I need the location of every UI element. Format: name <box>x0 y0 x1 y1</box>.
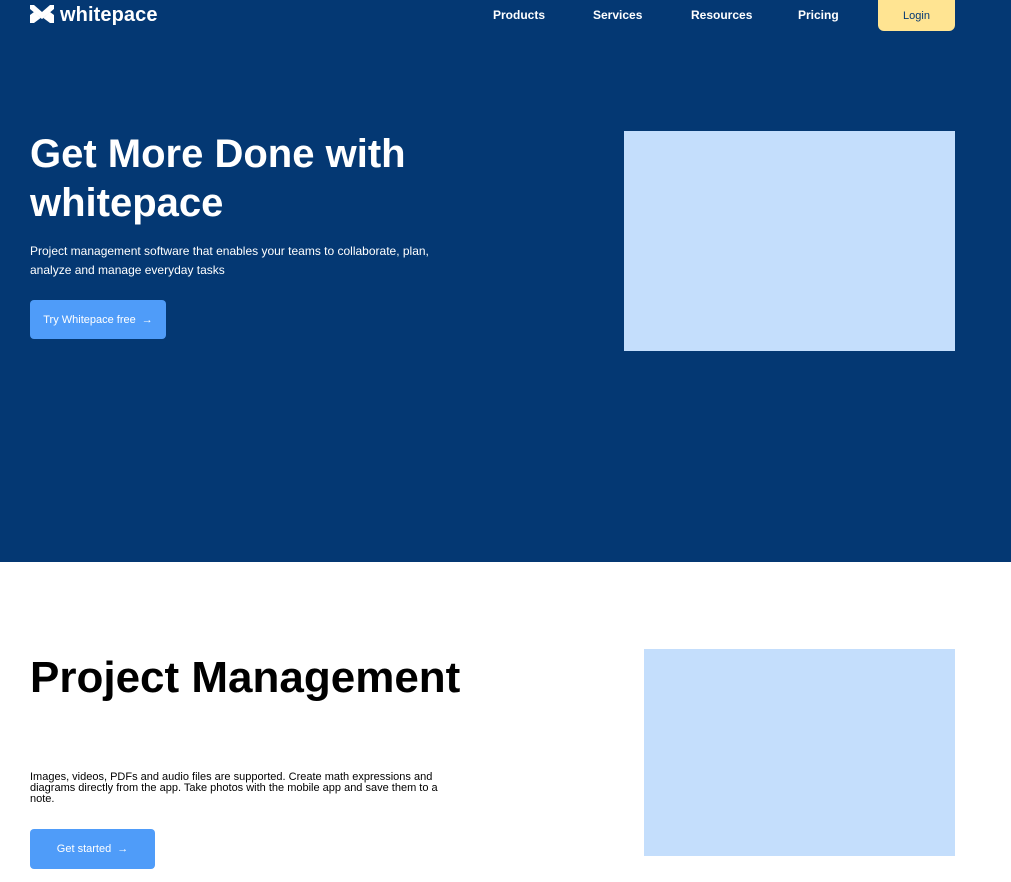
try-free-label: Try Whitepace free <box>43 313 136 326</box>
get-started-button[interactable]: Get started → <box>30 829 155 869</box>
logo-icon <box>30 5 54 23</box>
try-free-button[interactable]: Try Whitepace free → <box>30 300 166 339</box>
arrow-right-icon: → <box>141 313 153 326</box>
hero-section: whitepace Products Services Resources Pr… <box>0 0 1011 562</box>
hero-title: Get More Done with whitepace <box>30 132 406 225</box>
logo[interactable]: whitepace <box>30 4 158 26</box>
get-started-label: Get started <box>56 843 112 855</box>
hero-subtitle: Project management software that enables… <box>30 244 429 277</box>
login-button[interactable]: Login <box>878 0 955 31</box>
logo-text: whitepace <box>60 4 158 26</box>
section-title: Project Management <box>30 653 461 702</box>
arrow-right-icon: → <box>117 843 129 855</box>
nav-services[interactable]: Services <box>593 7 642 23</box>
nav-pricing[interactable]: Pricing <box>798 7 839 23</box>
section-description: Images, videos, PDFs and audio files are… <box>30 771 438 805</box>
nav-resources[interactable]: Resources <box>691 7 752 23</box>
section-image-placeholder <box>644 649 955 856</box>
nav-products[interactable]: Products <box>493 7 545 23</box>
hero-image-placeholder <box>624 131 955 351</box>
